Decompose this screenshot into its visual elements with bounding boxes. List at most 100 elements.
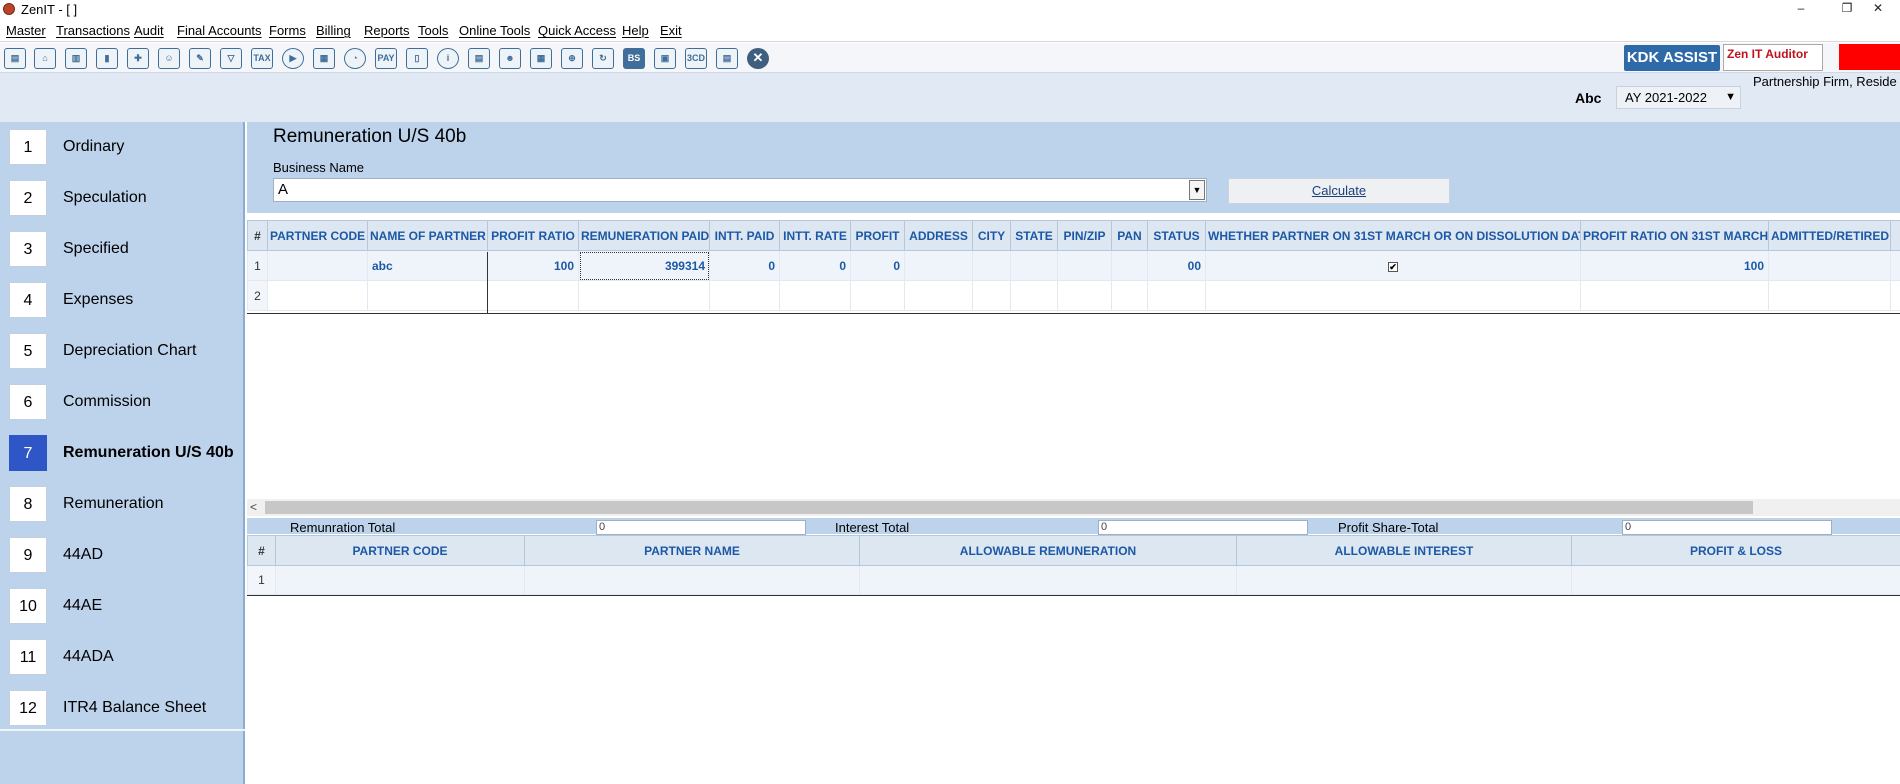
address-cell[interactable] — [904, 250, 973, 281]
sidebar-item-specified[interactable]: 3 Specified — [0, 224, 245, 275]
admitted-retired-cell[interactable] — [1768, 250, 1891, 281]
remuneration-total-field[interactable]: 0 — [596, 520, 806, 535]
tax-icon[interactable]: TAX — [251, 48, 273, 69]
folder-add-icon[interactable]: ⊕ — [561, 48, 583, 69]
whether-partner-checkbox[interactable]: ✔ — [1388, 261, 1398, 272]
3cd-icon[interactable]: 3CD — [685, 48, 707, 69]
refresh-icon[interactable]: ↻ — [592, 48, 614, 69]
sidebar-item-itr4-balance-sheet[interactable]: 12 ITR4 Balance Sheet — [0, 683, 245, 734]
sidebar-item-commission[interactable]: 6 Commission — [0, 377, 245, 428]
partner-code-cell[interactable] — [275, 565, 525, 595]
column-header[interactable]: STATUS — [1147, 220, 1206, 251]
bs-icon[interactable]: BS — [623, 48, 645, 69]
partner-name-cell[interactable]: abc — [367, 250, 488, 281]
calculate-button[interactable]: Calculate — [1228, 178, 1450, 204]
column-header[interactable]: REMUNERATION PAID — [578, 220, 710, 251]
sidebar-item-remuneration-40b[interactable]: 7 Remuneration U/S 40b — [0, 428, 245, 479]
table-row[interactable]: 2 — [247, 280, 1900, 311]
menu-reports[interactable]: Reports — [364, 23, 410, 38]
pin-cell[interactable] — [1057, 280, 1112, 311]
profit-cell[interactable]: 0 — [850, 250, 905, 281]
bs-doc-icon[interactable]: ▣ — [654, 48, 676, 69]
intt-rate-cell[interactable] — [779, 280, 851, 311]
calendar-icon[interactable]: ▦ — [530, 48, 552, 69]
menu-tools[interactable]: Tools — [418, 23, 448, 38]
user-doc-icon[interactable]: ☻ — [499, 48, 521, 69]
profit-cell[interactable] — [850, 280, 905, 311]
users-icon[interactable]: ☺ — [158, 48, 180, 69]
column-header[interactable]: INTT. PAID — [709, 220, 780, 251]
state-cell[interactable] — [1010, 250, 1058, 281]
profit-share-total-field[interactable]: 0 — [1622, 520, 1832, 535]
info-icon[interactable]: i — [437, 48, 459, 69]
column-header[interactable]: WHETHER PARTNER ON 31ST MARCH OR ON DISS… — [1205, 220, 1581, 251]
pin-icon[interactable]: ✎ — [189, 48, 211, 69]
intt-paid-cell[interactable] — [709, 280, 780, 311]
status-cell[interactable]: 00 — [1147, 250, 1206, 281]
column-header[interactable]: PARTNER CODE — [275, 535, 525, 566]
column-header[interactable]: PARTNER CODE — [267, 220, 368, 251]
menu-forms[interactable]: Forms — [269, 23, 306, 38]
menu-master[interactable]: Master — [6, 23, 46, 38]
pie-icon[interactable]: ◔ — [344, 48, 366, 69]
city-cell[interactable] — [972, 280, 1011, 311]
pan-cell[interactable] — [1111, 250, 1148, 281]
column-header[interactable]: STATE — [1010, 220, 1058, 251]
chevron-down-icon[interactable]: ▼ — [1189, 180, 1205, 200]
sidebar-item-ordinary[interactable]: 1 Ordinary — [0, 122, 245, 173]
menu-transactions[interactable]: Transactions — [56, 23, 130, 38]
sidebar-item-44ae[interactable]: 10 44AE — [0, 581, 245, 632]
chart-file-icon[interactable]: ▤ — [4, 48, 26, 69]
gift-icon[interactable]: ✚ — [127, 48, 149, 69]
menu-final-accounts[interactable]: Final Accounts — [177, 23, 262, 38]
column-header[interactable]: CITY — [972, 220, 1011, 251]
partner-code-cell[interactable] — [267, 250, 368, 281]
sidebar-item-speculation[interactable]: 2 Speculation — [0, 173, 245, 224]
menu-quick-access[interactable]: Quick Access — [538, 23, 616, 38]
profit-loss-cell[interactable] — [1571, 565, 1900, 595]
sidebar-item-expenses[interactable]: 4 Expenses — [0, 275, 245, 326]
menu-online-tools[interactable]: Online Tools — [459, 23, 530, 38]
column-header[interactable]: PROFIT RATIO ON 31ST MARCH — [1580, 220, 1769, 251]
calculator-icon[interactable]: ▦ — [313, 48, 335, 69]
column-header[interactable]: PROFIT RATIO — [487, 220, 579, 251]
bar-chart-icon[interactable]: ▮ — [96, 48, 118, 69]
menu-help[interactable]: Help — [622, 23, 649, 38]
state-cell[interactable] — [1010, 280, 1058, 311]
play-icon[interactable]: ▶ — [282, 48, 304, 69]
pay-icon[interactable]: PAY — [375, 48, 397, 69]
allowable-interest-cell[interactable] — [1236, 565, 1572, 595]
column-header[interactable]: ALLOWABLE INTEREST — [1236, 535, 1572, 566]
table-row[interactable]: 1 abc 100 399314 0 0 0 00 ✔ 100 — [247, 250, 1900, 281]
sidebar-item-44ada[interactable]: 11 44ADA — [0, 632, 245, 683]
sidebar-item-44ad[interactable]: 9 44AD — [0, 530, 245, 581]
column-header[interactable]: INTT. RATE — [779, 220, 851, 251]
whether-partner-cell[interactable]: ✔ — [1205, 250, 1581, 281]
column-header[interactable]: NAME OF PARTNER — [367, 220, 488, 251]
partner-code-cell[interactable] — [267, 280, 368, 311]
kdk-assist-button[interactable]: KDK ASSIST — [1624, 45, 1720, 71]
column-header[interactable]: PAN — [1111, 220, 1148, 251]
remuneration-paid-cell[interactable] — [578, 280, 710, 311]
document-icon[interactable]: ▤ — [716, 48, 738, 69]
address-cell[interactable] — [904, 280, 973, 311]
profit-ratio-cell[interactable]: 100 — [487, 250, 579, 281]
business-name-select[interactable]: A ▼ — [273, 178, 1207, 202]
column-header[interactable]: ALLOWABLE REMUNERATION — [859, 535, 1237, 566]
report-icon[interactable]: ▤ — [468, 48, 490, 69]
book-icon[interactable]: ▯ — [406, 48, 428, 69]
scrollbar-thumb[interactable] — [265, 501, 1753, 514]
horizontal-scrollbar[interactable]: < — [247, 499, 1900, 516]
allowable-remuneration-cell[interactable] — [859, 565, 1237, 595]
column-header[interactable]: PROFIT — [850, 220, 905, 251]
table-row[interactable]: 1 — [247, 565, 1900, 595]
column-header[interactable]: PIN/ZIP — [1057, 220, 1112, 251]
whether-partner-cell[interactable] — [1205, 280, 1581, 311]
sidebar-item-remuneration[interactable]: 8 Remuneration — [0, 479, 245, 530]
menu-exit[interactable]: Exit — [660, 23, 682, 38]
menu-billing[interactable]: Billing — [316, 23, 351, 38]
city-cell[interactable] — [972, 250, 1011, 281]
assessment-year-select[interactable]: AY 2021-2022 ▼ — [1616, 86, 1741, 109]
column-header[interactable]: PARTNER NAME — [524, 535, 860, 566]
pan-cell[interactable] — [1111, 280, 1148, 311]
